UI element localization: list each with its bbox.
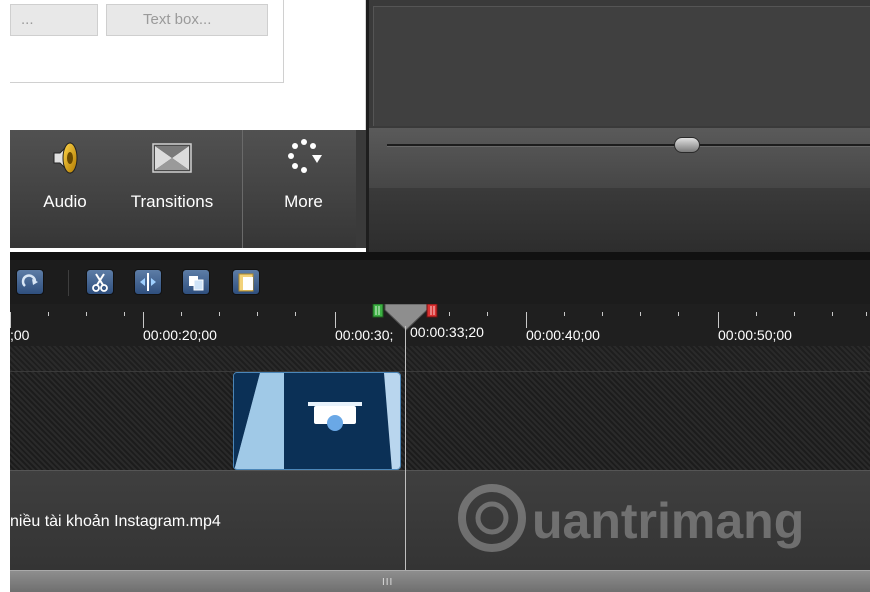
in-marker[interactable] [372, 304, 384, 318]
tab-audio[interactable]: Audio [32, 130, 98, 248]
ruler-tick [86, 312, 87, 316]
ruler-tick [143, 312, 144, 328]
ruler-tick [335, 312, 336, 328]
playhead-control [372, 304, 438, 331]
preview-scrub-thumb[interactable] [674, 137, 700, 153]
preview-panel [366, 0, 870, 252]
playhead-line [405, 326, 406, 570]
ruler-tick [219, 312, 220, 316]
ruler-tick [449, 312, 450, 316]
ruler-label: 00:00:20;00 [143, 327, 217, 343]
ruler-tick [794, 312, 795, 316]
cut-button[interactable] [86, 269, 114, 295]
copy-button[interactable] [182, 269, 210, 295]
more-icon [287, 139, 322, 173]
ruler-tick [48, 312, 49, 316]
properties-panel: ... Text box... [10, 0, 366, 130]
redo-icon [21, 274, 38, 287]
watermark-text: uantrimang [532, 493, 804, 549]
timeline-track-2[interactable] [10, 372, 870, 470]
resize-grip[interactable]: III [382, 577, 393, 588]
copy-icon [189, 276, 204, 291]
transition-clip[interactable] [233, 372, 401, 470]
bottom-resize-bar[interactable]: III [10, 570, 870, 592]
ruler-tick [832, 312, 833, 316]
ruler-tick [124, 312, 125, 316]
task-tabs: Audio Transitions More [10, 130, 366, 248]
ruler-tick [678, 312, 679, 316]
ruler-label: 00:00:40;00 [526, 327, 600, 343]
out-marker[interactable] [426, 304, 438, 318]
transitions-icon [152, 143, 192, 173]
textbox-style-option-text[interactable]: Text box... [106, 4, 268, 36]
timeline-toolbar [10, 252, 870, 304]
split-icon [140, 273, 156, 291]
playhead-handle[interactable] [384, 304, 428, 331]
media-clip-label: niều tài khoản Instagram.mp4 [10, 513, 221, 530]
ruler-tick [10, 312, 11, 328]
ruler-tick [487, 312, 488, 316]
ruler-label: ;00 [10, 327, 30, 343]
ruler-tick [866, 312, 867, 316]
ruler-label: 00:00:50;00 [718, 327, 792, 343]
split-button[interactable] [134, 269, 162, 295]
preview-scrub-track[interactable] [387, 144, 870, 147]
tab-more-label: More [284, 192, 323, 211]
ruler-tick [640, 312, 641, 316]
redo-button[interactable] [16, 269, 44, 295]
cut-icon [92, 273, 108, 292]
ruler-tick [718, 312, 719, 328]
speaker-icon [53, 141, 78, 175]
tab-transitions-label: Transitions [130, 192, 214, 211]
textbox-style-option[interactable]: ... [10, 4, 98, 36]
paste-icon [238, 273, 254, 292]
preview-canvas [373, 6, 870, 126]
ruler-tick [564, 312, 565, 316]
toolbar-separator [68, 270, 69, 296]
ruler-tick [257, 312, 258, 316]
quantrimang-watermark: uantrimang [458, 484, 804, 552]
paste-button[interactable] [232, 269, 260, 295]
ruler-tick [295, 312, 296, 316]
timeline-track-1[interactable] [10, 346, 870, 372]
tab-transitions[interactable]: Transitions [116, 130, 228, 248]
window-left-edge [0, 0, 10, 592]
preview-scrub-bar [369, 128, 870, 188]
ruler-tick [602, 312, 603, 316]
tab-audio-label: Audio [43, 192, 87, 211]
ruler-tick [756, 312, 757, 316]
preview-controls-area [369, 188, 870, 252]
panel-divider[interactable] [356, 130, 366, 248]
ruler-tick [526, 312, 527, 328]
timeline-ruler[interactable]: ;00 00:00:20;00 00:00:30; 00:00:33;20 00… [10, 304, 870, 346]
transition-clip-thumbnail [234, 373, 400, 469]
tab-more[interactable]: More [242, 130, 364, 248]
ruler-tick [181, 312, 182, 316]
